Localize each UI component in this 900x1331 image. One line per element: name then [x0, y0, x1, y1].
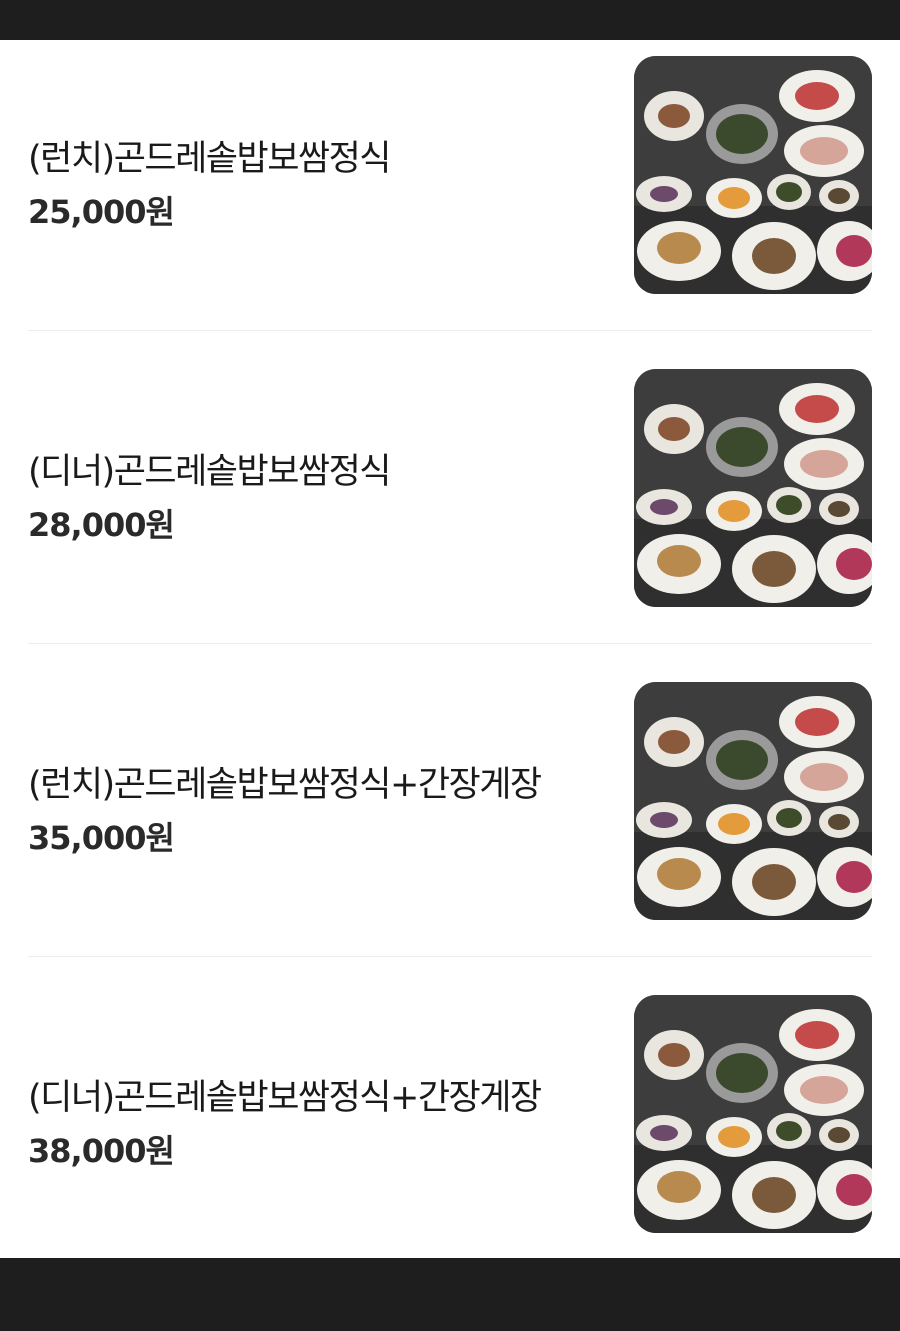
menu-item-photo — [634, 369, 872, 607]
menu-item-name: (런치)곤드레솥밥보쌈정식 — [28, 139, 392, 179]
menu-item-price: 25,000원 — [28, 193, 175, 231]
menu-item-photo — [634, 56, 872, 294]
menu-item[interactable]: (디너)곤드레솥밥보쌈정식+간장게장 38,000원 — [0, 979, 900, 1292]
menu-item-price: 38,000원 — [28, 1132, 175, 1170]
status-bar — [0, 0, 900, 40]
divider — [28, 643, 872, 644]
menu-item[interactable]: (런치)곤드레솥밥보쌈정식 25,000원 — [0, 40, 900, 353]
menu-item-photo — [634, 995, 872, 1233]
menu-list: (런치)곤드레솥밥보쌈정식 25,000원 (디너)곤드레솥밥보쌈정식 28,0… — [0, 40, 900, 1258]
divider — [28, 330, 872, 331]
menu-item-price: 28,000원 — [28, 506, 175, 544]
menu-item-name: (디너)곤드레솥밥보쌈정식+간장게장 — [28, 1078, 542, 1118]
menu-item-photo — [634, 682, 872, 920]
navigation-bar — [0, 1258, 900, 1331]
menu-item[interactable]: (런치)곤드레솥밥보쌈정식+간장게장 35,000원 — [0, 666, 900, 979]
menu-item-price: 35,000원 — [28, 819, 175, 857]
menu-item-name: (디너)곤드레솥밥보쌈정식 — [28, 452, 392, 492]
menu-item[interactable]: (디너)곤드레솥밥보쌈정식 28,000원 — [0, 353, 900, 666]
menu-item-name: (런치)곤드레솥밥보쌈정식+간장게장 — [28, 765, 542, 805]
divider — [28, 956, 872, 957]
